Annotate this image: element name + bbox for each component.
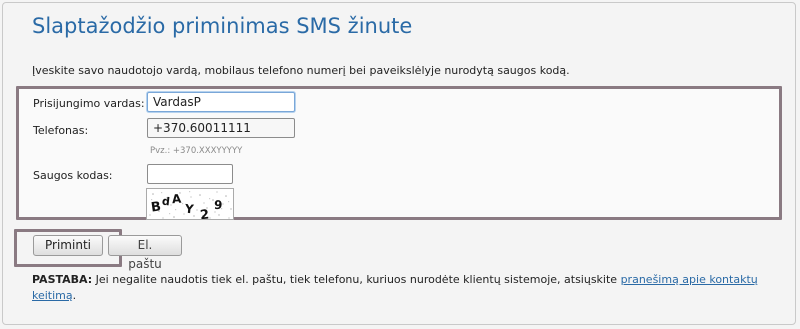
page-title: Slaptažodžio priminimas SMS žinute	[32, 14, 413, 38]
phone-label: Telefonas:	[33, 124, 89, 137]
remind-button[interactable]: Priminti	[33, 235, 103, 256]
note-prefix: PASTABA:	[32, 273, 93, 286]
svg-text:9: 9	[214, 198, 223, 213]
email-button[interactable]: El. paštu	[108, 235, 182, 271]
username-input[interactable]	[147, 92, 295, 112]
svg-text:Y: Y	[183, 202, 194, 217]
note-text: PASTABA: Jei negalite naudotis tiek el. …	[32, 272, 772, 304]
intro-text: Įveskite savo naudotojo vardą, mobilaus …	[32, 64, 570, 77]
svg-text:A: A	[172, 192, 183, 207]
captcha-image: B d A Y 2 9	[146, 188, 234, 220]
phone-hint: Pvz.: +370.XXXYYYYY	[150, 146, 243, 156]
note-body: Jei negalite naudotis tiek el. paštu, ti…	[92, 273, 621, 286]
phone-input[interactable]	[147, 118, 295, 138]
svg-text:B: B	[150, 199, 162, 215]
username-label: Prisijungimo vardas:	[33, 97, 145, 110]
note-suffix: .	[72, 289, 77, 302]
security-code-input[interactable]	[147, 164, 233, 184]
captcha-noise-graphic: B d A Y 2 9	[147, 189, 233, 220]
svg-text:2: 2	[199, 208, 210, 220]
svg-text:d: d	[161, 195, 170, 209]
security-code-label: Saugos kodas:	[33, 169, 113, 182]
